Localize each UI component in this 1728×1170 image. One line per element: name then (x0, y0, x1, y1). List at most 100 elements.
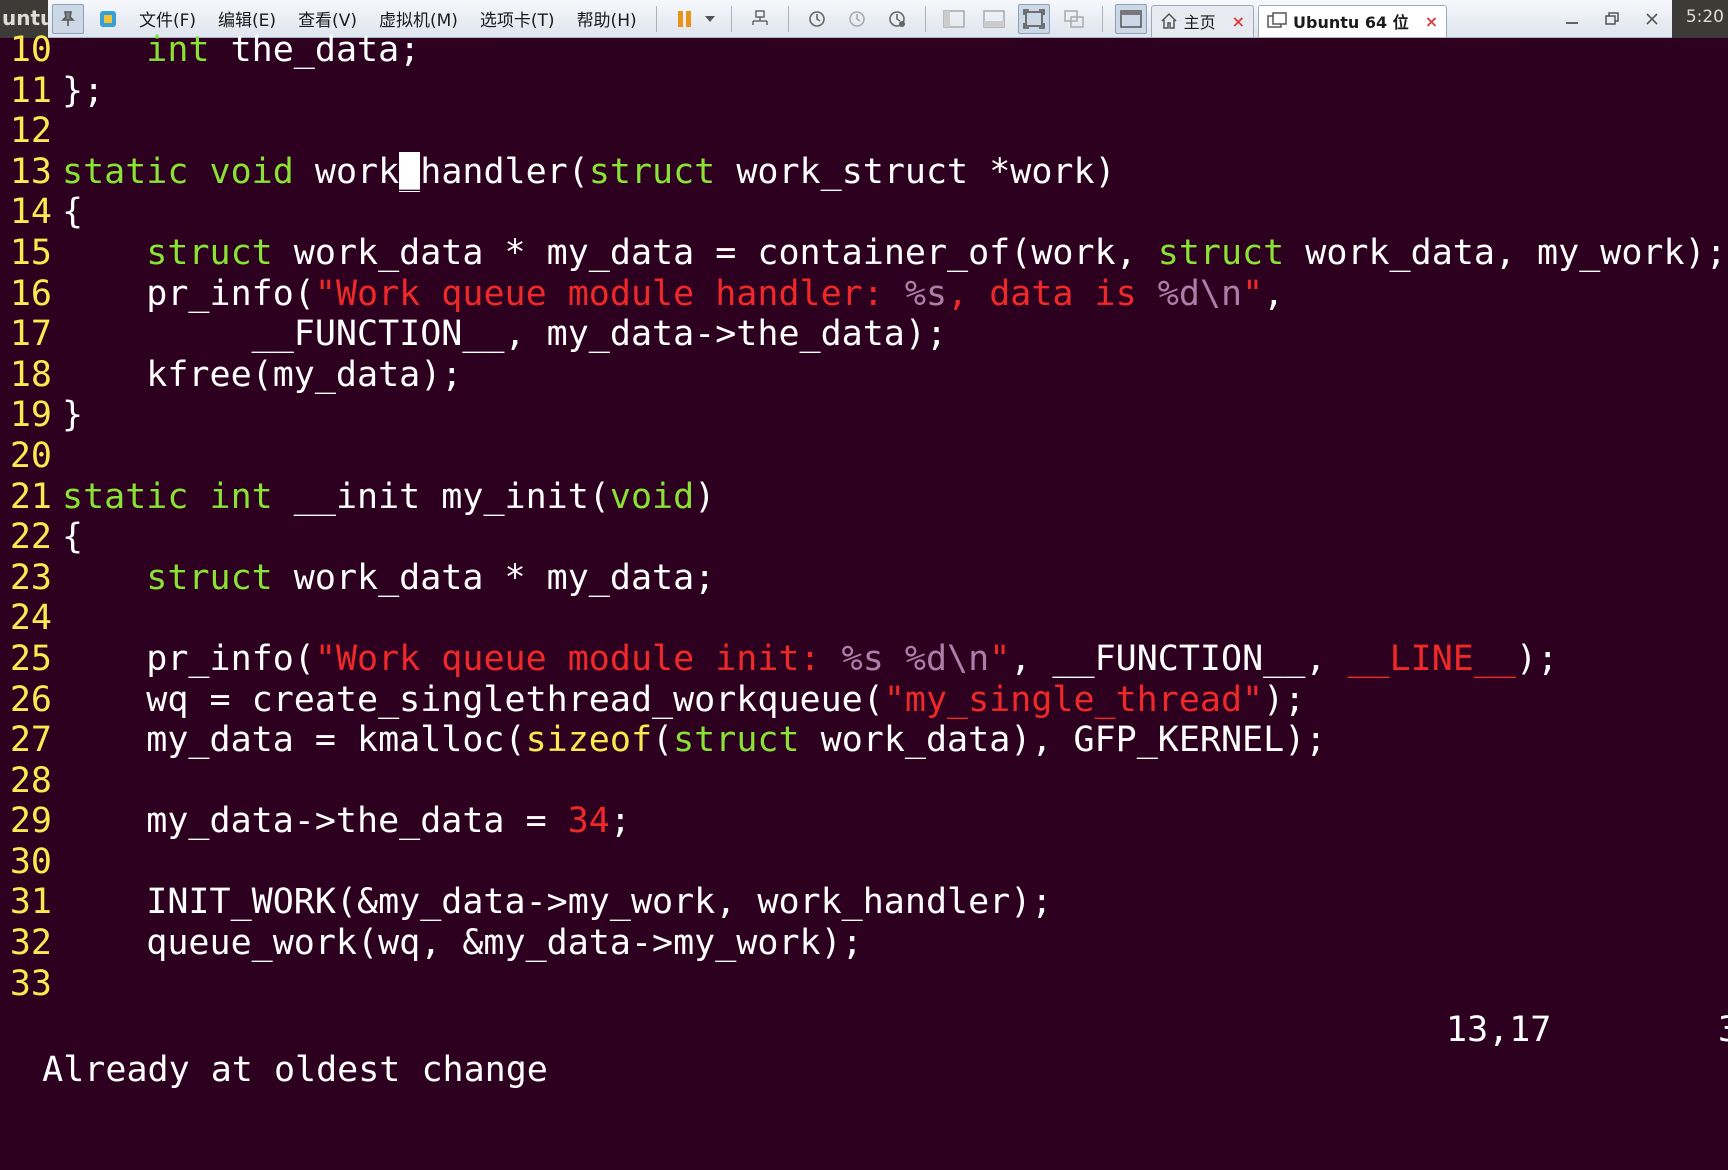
line-number: 18 (9, 354, 52, 395)
pause-button[interactable] (669, 4, 701, 34)
line-text: pr_info("Work queue module init: %s %d\n… (62, 639, 1558, 680)
code-token: %s (904, 273, 948, 314)
code-token: ) (694, 476, 716, 517)
line-number: 10 (9, 30, 52, 70)
code-line[interactable]: 20 (0, 436, 1728, 477)
line-number: 30 (9, 841, 52, 882)
tab-ubuntu-close-icon[interactable]: × (1425, 12, 1438, 31)
line-number: 19 (9, 395, 52, 436)
line-number: 24 (9, 598, 52, 639)
line-number: 15 (9, 232, 52, 273)
vim-editor[interactable]: 10 int the_data; 11}; 12 13 static void work… (0, 30, 1728, 1004)
code-line[interactable]: 18 kfree(my_data); (0, 355, 1728, 396)
full-screen-button[interactable] (1017, 3, 1050, 34)
menu-vm[interactable]: 虚拟机(M) (368, 6, 469, 31)
code-token: __LINE__ (1347, 638, 1517, 679)
code-line[interactable]: 11}; (0, 71, 1728, 112)
code-line[interactable]: 27 my_data = kmalloc(sizeof(struct work_… (0, 720, 1728, 761)
revert-snapshot-button[interactable] (841, 4, 873, 34)
vm-library-button[interactable] (92, 4, 124, 34)
code-token: ); (1263, 679, 1306, 720)
code-token: " (1242, 273, 1264, 314)
code-token: void (209, 151, 294, 192)
status-message: Already at oldest change (42, 1050, 548, 1090)
snapshot-manager-button[interactable] (881, 4, 913, 34)
menu-file[interactable]: 文件(F) (128, 6, 207, 31)
line-text: }; (62, 71, 104, 112)
code-token: { (62, 192, 84, 233)
code-line[interactable]: 28 (0, 761, 1728, 802)
code-line[interactable]: 17 __FUNCTION__, my_data->the_data); (0, 314, 1728, 355)
line-number: 17 (9, 314, 52, 355)
power-dropdown-button[interactable] (701, 4, 719, 34)
console-view-button[interactable] (1114, 3, 1147, 34)
line-number: 21 (9, 476, 52, 517)
pin-toolbar-button[interactable] (52, 3, 84, 34)
code-line[interactable]: 15 struct work_data * my_data = containe… (0, 233, 1728, 274)
line-text: static int __init my_init(void) (62, 477, 715, 518)
text-cursor: _ (399, 151, 421, 192)
code-token: the_data; (209, 30, 421, 70)
code-token: }; (62, 70, 105, 111)
fullscreen-icon (1022, 8, 1045, 29)
send-ctrl-alt-del-button[interactable] (744, 4, 776, 34)
snapshot-manager-icon (888, 10, 905, 27)
line-number: 23 (9, 557, 52, 598)
code-line[interactable]: 12 (0, 111, 1728, 152)
code-token: , data is (947, 273, 1158, 314)
snapshot-button[interactable] (801, 4, 833, 34)
code-token: void (609, 476, 695, 517)
line-number: 14 (9, 192, 52, 233)
menu-view[interactable]: 查看(V) (287, 6, 368, 31)
code-line[interactable]: 32 queue_work(wq, &my_data->my_work); (0, 923, 1728, 964)
pause-icon (677, 10, 691, 27)
snapshot-icon (808, 10, 825, 27)
vim-status-line: Already at oldest change 13,17 3 (0, 1010, 1728, 1090)
thumbnail-bar-icon (982, 9, 1005, 28)
code-line[interactable]: 13 static void work_handler(struct work_s… (0, 151, 1728, 193)
code-line[interactable]: 10 int the_data; (0, 30, 1728, 71)
unity-mode-button[interactable] (1058, 4, 1090, 34)
code-token: "Work queue module init: (314, 638, 842, 679)
menu-tabs[interactable]: 选项卡(T) (469, 6, 566, 31)
line-text: pr_info("Work queue module handler: %s, … (62, 274, 1284, 315)
code-line[interactable]: 21 static int __init my_init(void) (0, 477, 1728, 518)
code-line[interactable]: 19} (0, 395, 1728, 436)
code-token: "my_single_thread" (883, 679, 1264, 720)
code-line[interactable]: 24 (0, 598, 1728, 639)
line-number: 16 (9, 273, 52, 314)
code-line[interactable]: 25 pr_info("Work queue module init: %s %… (0, 639, 1728, 680)
code-line[interactable]: 26 wq = create_singlethread_workqueue("m… (0, 680, 1728, 721)
toolbar-separator (787, 5, 789, 32)
show-sidebar-button[interactable] (938, 4, 970, 34)
menu-edit[interactable]: 编辑(E) (207, 6, 287, 31)
line-text: queue_work(wq, &my_data->my_work); (62, 923, 862, 964)
tab-home-close-icon[interactable]: × (1232, 12, 1245, 31)
code-token: ; (609, 801, 631, 842)
code-line[interactable]: 33 (0, 964, 1728, 1005)
code-token: pr_info( (62, 638, 315, 679)
code-line[interactable]: 14{ (0, 192, 1728, 233)
code-token: kfree(my_data); (62, 354, 463, 395)
code-token: 34 (567, 801, 610, 842)
code-line[interactable]: 29 my_data->the_data = 34; (0, 801, 1728, 842)
code-token: work (293, 151, 400, 192)
restore-button[interactable] (1592, 4, 1632, 34)
menu-help[interactable]: 帮助(H) (566, 6, 648, 31)
code-line[interactable]: 16 pr_info("Work queue module handler: %… (0, 274, 1728, 315)
vm-library-icon (100, 10, 116, 27)
show-thumbnail-bar-button[interactable] (978, 4, 1010, 34)
toolbar-separator (1101, 5, 1103, 32)
code-line[interactable]: 31 INIT_WORK(&my_data->my_work, work_han… (0, 882, 1728, 923)
close-window-button[interactable] (1632, 4, 1672, 34)
line-text: my_data = kmalloc(sizeof(struct work_dat… (62, 720, 1326, 761)
code-line[interactable]: 23 struct work_data * my_data; (0, 558, 1728, 599)
code-token: int (209, 476, 273, 517)
minimize-button[interactable] (1552, 4, 1592, 34)
code-token: work_data * my_data = container_of(work, (272, 232, 1158, 273)
vm-icon (1267, 12, 1287, 28)
code-line[interactable]: 30 (0, 842, 1728, 883)
code-line[interactable]: 22{ (0, 517, 1728, 558)
